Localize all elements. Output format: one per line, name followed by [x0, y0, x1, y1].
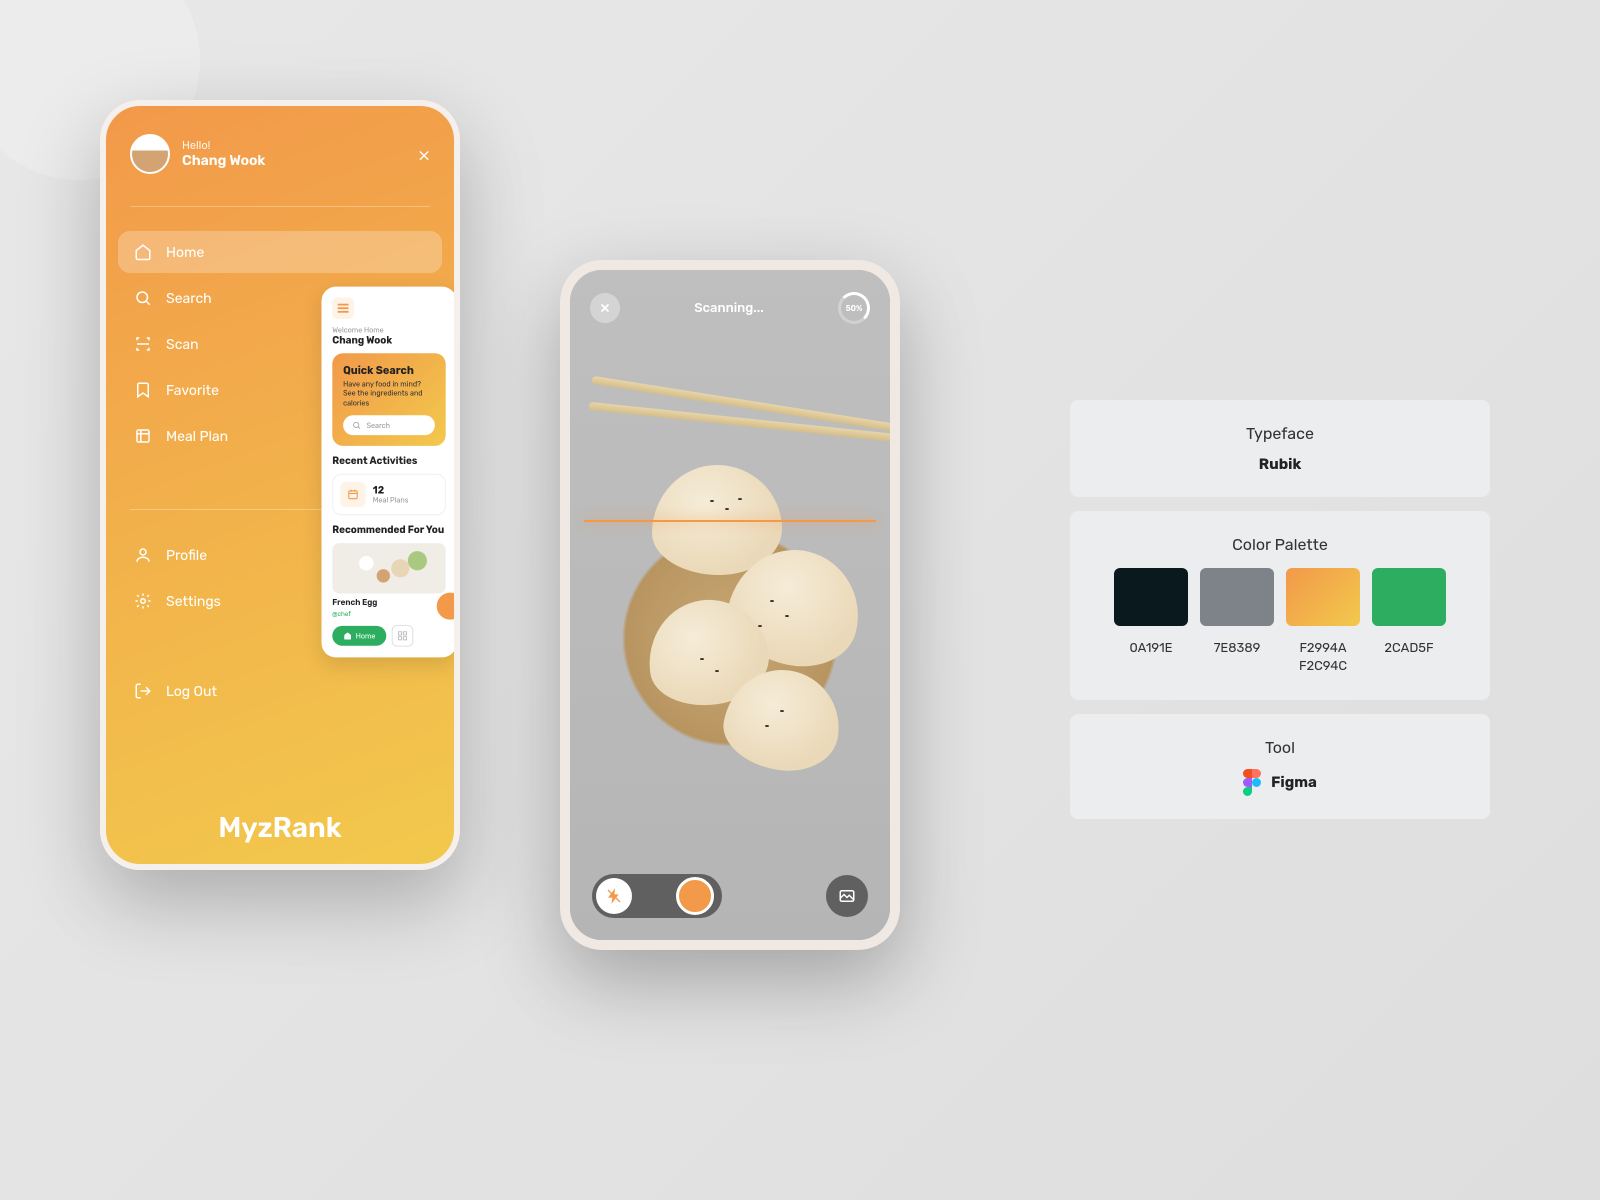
color-label: F2994A F2C94C: [1286, 640, 1360, 676]
avatar[interactable]: [130, 134, 170, 174]
home-button-label: Home: [356, 632, 376, 640]
search-icon: [134, 289, 152, 307]
sidebar-item-home[interactable]: Home: [118, 231, 442, 273]
sidebar-item-label: Settings: [166, 593, 221, 610]
color-swatch: [1200, 568, 1274, 626]
color-swatch: [1114, 568, 1188, 626]
color-label: 7E8389: [1200, 640, 1274, 676]
sidebar-item-label: Log Out: [166, 683, 217, 700]
progress-ring: 50%: [838, 292, 870, 324]
progress-value: 50%: [846, 304, 863, 313]
recent-count: 12: [373, 485, 409, 497]
palette-card: Color Palette 0A191E 7E8389 F2994A F2C94…: [1070, 511, 1490, 700]
color-label: 2CAD5F: [1372, 640, 1446, 676]
home-username: Chang Wook: [332, 334, 445, 346]
sidebar-item-label: Favorite: [166, 382, 219, 399]
scanning-label: Scanning...: [694, 301, 763, 316]
sidebar-item-label: Scan: [166, 336, 199, 353]
typeface-card: Typeface Rubik: [1070, 400, 1490, 497]
sidebar-item-logout[interactable]: Log Out: [118, 670, 442, 712]
sidebar-item-label: Profile: [166, 547, 207, 564]
flash-off-icon: [606, 888, 622, 904]
shutter-button[interactable]: [676, 877, 714, 915]
reco-sub: @chef: [332, 610, 445, 618]
phone-drawer-mock: Hello! Chang Wook × Home Search Scan Fav…: [100, 100, 460, 870]
favorite-icon: [134, 381, 152, 399]
close-button[interactable]: [590, 293, 620, 323]
typeface-heading: Typeface: [1094, 424, 1466, 443]
camera-toggle[interactable]: [592, 874, 722, 918]
reco-name: French Egg: [332, 599, 445, 608]
quick-search-card: Quick Search Have any food in mind? See …: [332, 353, 445, 446]
calendar-icon: [340, 482, 365, 507]
color-swatch: [1286, 568, 1360, 626]
sidebar-item-label: Search: [166, 290, 212, 307]
gear-icon: [134, 592, 152, 610]
home-card: Welcome Home Chang Wook Quick Search Hav…: [322, 287, 457, 658]
gallery-button[interactable]: [826, 875, 868, 917]
close-icon: [598, 301, 612, 315]
recent-tile[interactable]: 12 Meal Plans: [332, 474, 445, 515]
color-swatch: [1372, 568, 1446, 626]
meal-plan-icon: [134, 427, 152, 445]
welcome-label: Welcome Home: [332, 326, 445, 334]
style-panel: Typeface Rubik Color Palette 0A191E 7E83…: [1070, 400, 1490, 833]
brand-label: MyzRank: [106, 811, 454, 844]
greeting-label: Hello!: [182, 139, 406, 152]
logout-icon: [134, 682, 152, 700]
reco-image[interactable]: [332, 543, 445, 593]
flash-button[interactable]: [596, 878, 632, 914]
sidebar-item-label: Home: [166, 244, 204, 261]
profile-icon: [134, 546, 152, 564]
tool-value: Figma: [1271, 773, 1317, 791]
home-icon: [134, 243, 152, 261]
scan-line: [584, 520, 876, 522]
phone-scanner-mock: Scanning... 50%: [560, 260, 900, 950]
recent-title: Recent Activities: [332, 455, 445, 467]
color-label: 0A191E: [1114, 640, 1188, 676]
figma-icon: [1243, 769, 1261, 795]
palette-heading: Color Palette: [1094, 535, 1466, 554]
camera-viewport: [570, 270, 890, 940]
search-placeholder: Search: [367, 421, 391, 429]
reco-title: Recommended For You: [332, 524, 445, 536]
search-icon: [352, 421, 361, 430]
home-icon: [343, 631, 352, 640]
close-icon[interactable]: ×: [418, 141, 430, 168]
divider: [130, 206, 430, 207]
typeface-value: Rubik: [1094, 455, 1466, 473]
username-label: Chang Wook: [182, 152, 406, 169]
fab-button[interactable]: [437, 593, 460, 620]
tool-card: Tool Figma: [1070, 714, 1490, 819]
quick-search-sub: Have any food in mind? See the ingredien…: [343, 380, 435, 408]
tool-heading: Tool: [1094, 738, 1466, 757]
search-input[interactable]: Search: [343, 415, 435, 435]
menu-icon[interactable]: [332, 297, 354, 319]
home-button[interactable]: Home: [332, 626, 386, 646]
recent-label: Meal Plans: [373, 496, 409, 504]
grid-icon: [397, 631, 408, 642]
grid-button[interactable]: [392, 625, 414, 647]
scan-icon: [134, 335, 152, 353]
sidebar-item-label: Meal Plan: [166, 428, 228, 445]
quick-search-title: Quick Search: [343, 364, 435, 377]
image-icon: [838, 887, 856, 905]
